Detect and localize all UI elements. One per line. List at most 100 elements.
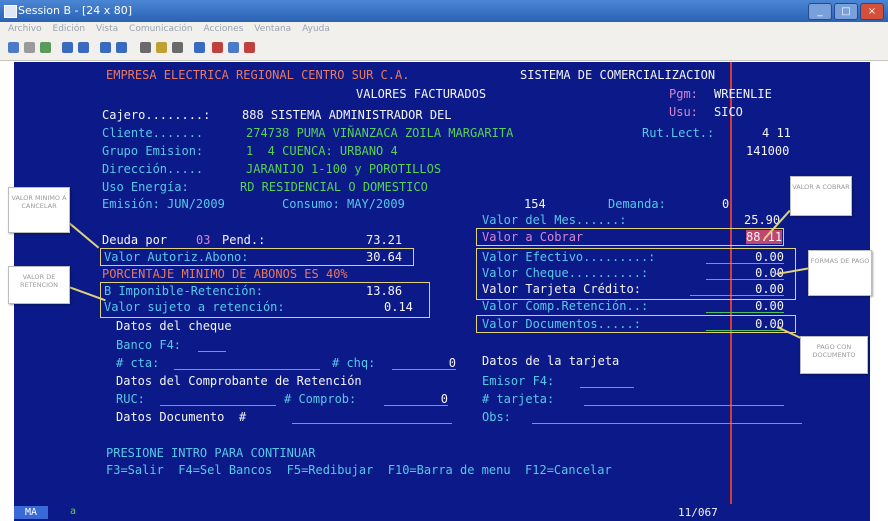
rutlect-code: 141000 bbox=[746, 144, 790, 158]
note-formas-pago: FORMAS DE PAGO bbox=[808, 250, 872, 296]
map-icon[interactable] bbox=[194, 42, 205, 53]
sujeto-value: 0.14 bbox=[384, 300, 413, 314]
tarjeta-input[interactable]: 0.00 bbox=[690, 282, 784, 296]
disconnect-icon[interactable] bbox=[244, 42, 255, 53]
cobrar-label: Valor a Cobrar bbox=[482, 230, 584, 244]
status-indicator: MA bbox=[14, 506, 48, 519]
chq-input[interactable]: 0 bbox=[392, 356, 456, 370]
settings-icon[interactable] bbox=[116, 42, 127, 53]
copy-icon[interactable] bbox=[8, 42, 19, 53]
emisor-input[interactable] bbox=[580, 374, 634, 388]
grupo-value: 1 4 CUENCA: URBANO 4 bbox=[246, 144, 398, 158]
deuda-value: 73.21 bbox=[366, 233, 403, 247]
menu-bar: Archivo Edición Vista Comunicación Accio… bbox=[0, 22, 888, 36]
menu-acciones[interactable]: Acciones bbox=[204, 22, 244, 36]
note-valor-cobrar: VALOR A COBRAR bbox=[790, 176, 852, 216]
send-icon[interactable] bbox=[40, 42, 51, 53]
cliente-label: Cliente....... bbox=[102, 126, 204, 140]
rutlect-label: Rut.Lect.: bbox=[642, 126, 715, 140]
banco-input[interactable] bbox=[198, 338, 226, 352]
deuda-count: 03 bbox=[196, 233, 211, 247]
menu-vista[interactable]: Vista bbox=[96, 22, 118, 36]
cta-label: # cta: bbox=[116, 356, 160, 370]
documento-input[interactable] bbox=[292, 410, 452, 424]
usu-value: SICO bbox=[714, 105, 743, 119]
display-icon[interactable] bbox=[100, 42, 111, 53]
banco-label: Banco F4: bbox=[116, 338, 182, 352]
imponible-value: 13.86 bbox=[366, 284, 403, 298]
cajero-label: Cajero........: bbox=[102, 108, 211, 122]
window-title-bar: Session B - [24 x 80] _ □ × bbox=[0, 0, 888, 22]
emision-label: Emisión: JUN/2009 bbox=[102, 197, 225, 211]
menu-edicion[interactable]: Edición bbox=[53, 22, 86, 36]
demanda-value: 0 bbox=[722, 197, 730, 211]
status-bar: MA a 11/067 bbox=[14, 504, 870, 521]
menu-comunicacion[interactable]: Comunicación bbox=[129, 22, 193, 36]
pgm-value: WREENLIE bbox=[714, 87, 772, 101]
chq-label: # chq: bbox=[332, 356, 376, 370]
cursor-position: 11/067 bbox=[678, 506, 718, 519]
play-icon[interactable] bbox=[172, 42, 183, 53]
obs-input[interactable] bbox=[532, 410, 802, 424]
uso-label: Uso Energía: bbox=[102, 180, 189, 194]
company-name: EMPRESA ELECTRICA REGIONAL CENTRO SUR C.… bbox=[106, 68, 410, 82]
print-icon[interactable] bbox=[78, 42, 89, 53]
comp-ret-input[interactable]: 0.00 bbox=[706, 299, 784, 313]
consumo-value: 154 bbox=[524, 197, 546, 211]
menu-ayuda[interactable]: Ayuda bbox=[302, 22, 330, 36]
ruc-input[interactable] bbox=[160, 392, 276, 406]
cliente-value: 274738 PUMA VIÑANZACA ZOILA MARGARITA bbox=[246, 126, 514, 140]
grupo-label: Grupo Emision: bbox=[102, 144, 204, 158]
cajero-value: 888 SISTEMA ADMINISTRADOR DEL bbox=[242, 108, 452, 122]
efectivo-input[interactable]: 0.00 bbox=[706, 250, 784, 264]
cheque-input[interactable]: 0.00 bbox=[706, 266, 784, 280]
direccion-value: JARANIJO 1-100 y POROTILLOS bbox=[246, 162, 442, 176]
uso-value: RD RESIDENCIAL O DOMESTICO bbox=[240, 180, 428, 194]
paste-icon[interactable] bbox=[24, 42, 35, 53]
note-valor-retencion: VALOR DE RETENCION bbox=[8, 266, 70, 304]
obs-label: Obs: bbox=[482, 410, 511, 424]
deuda-label-2: Pend.: bbox=[222, 233, 266, 247]
retencion-section-title: Datos del Comprobante de Retención bbox=[116, 374, 362, 388]
rutlect-value: 4 11 bbox=[762, 126, 791, 140]
note-valor-minimo: VALOR MINIMO A CANCELAR bbox=[8, 187, 70, 233]
deuda-label: Deuda por bbox=[102, 233, 168, 247]
usu-label: Usu: bbox=[669, 105, 698, 119]
pgm-label: Pgm: bbox=[669, 87, 698, 101]
menu-archivo[interactable]: Archivo bbox=[8, 22, 42, 36]
function-keys[interactable]: F3=Salir F4=Sel Bancos F5=Redibujar F10=… bbox=[106, 463, 612, 477]
terminal-screen[interactable]: EMPRESA ELECTRICA REGIONAL CENTRO SUR C.… bbox=[14, 62, 870, 504]
macro-icon[interactable] bbox=[140, 42, 151, 53]
note-pago-documento: PAGO CON DOCUMENTO bbox=[800, 336, 868, 374]
sujeto-label: Valor sujeto a retención: bbox=[104, 300, 285, 314]
comprob-label: # Comprob: bbox=[284, 392, 357, 406]
screen-title: VALORES FACTURADOS bbox=[356, 87, 487, 101]
maximize-button[interactable]: □ bbox=[834, 3, 858, 20]
num-tarjeta-label: # tarjeta: bbox=[482, 392, 555, 406]
menu-ventana[interactable]: Ventana bbox=[254, 22, 291, 36]
toolbar bbox=[0, 36, 888, 61]
documentos-label: Valor Documentos.....: bbox=[482, 317, 641, 331]
status-session: a bbox=[70, 506, 77, 517]
documento-label: Datos Documento # bbox=[116, 410, 247, 424]
continue-prompt: PRESIONE INTRO PARA CONTINUAR bbox=[106, 446, 316, 460]
valor-mes-label: Valor del Mes......: bbox=[482, 213, 627, 227]
close-button[interactable]: × bbox=[860, 3, 884, 20]
stop-icon[interactable] bbox=[212, 42, 223, 53]
cta-input[interactable] bbox=[174, 356, 320, 370]
app-icon bbox=[4, 5, 17, 18]
minimize-button[interactable]: _ bbox=[808, 3, 832, 20]
imponible-label: B Imponible-Retención: bbox=[104, 284, 263, 298]
consumo-label: Consumo: MAY/2009 bbox=[282, 197, 405, 211]
record-icon[interactable] bbox=[156, 42, 167, 53]
receive-icon[interactable] bbox=[62, 42, 73, 53]
system-name: SISTEMA DE COMERCIALIZACION bbox=[520, 68, 716, 82]
tarjeta-section-title: Datos de la tarjeta bbox=[482, 354, 620, 368]
documentos-input[interactable]: 0.00 bbox=[706, 317, 784, 331]
window-title: Session B - [24 x 80] bbox=[18, 4, 133, 17]
num-tarjeta-input[interactable] bbox=[584, 392, 784, 406]
comprob-input[interactable]: 0 bbox=[384, 392, 448, 406]
autoriz-value[interactable]: 30.64 bbox=[366, 250, 402, 264]
help-icon[interactable] bbox=[228, 42, 239, 53]
emisor-label: Emisor F4: bbox=[482, 374, 555, 388]
